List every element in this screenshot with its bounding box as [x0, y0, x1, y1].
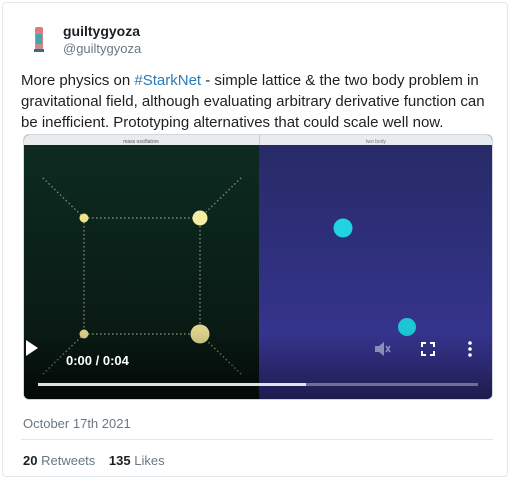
right-panel-title: two body: [366, 139, 387, 145]
user-handle[interactable]: @guiltygyoza: [63, 41, 141, 56]
volume-icon[interactable]: [372, 339, 392, 359]
tweet-header: guiltygyoza @guiltygyoza: [21, 21, 321, 61]
lattice-node: [79, 213, 89, 223]
tweet-card: guiltygyoza @guiltygyoza More physics on…: [2, 2, 508, 477]
display-name[interactable]: guiltygyoza: [63, 23, 140, 39]
tweet-text: More physics on #StarkNet - simple latti…: [21, 70, 497, 133]
avatar[interactable]: [21, 21, 57, 57]
left-panel-title: mass oscillators: [123, 139, 159, 145]
retweets-stat[interactable]: 20 Retweets: [23, 453, 95, 468]
video-time: 0:00 / 0:04: [66, 353, 129, 368]
video-title-bar: [24, 135, 492, 145]
avatar-image: [21, 21, 57, 57]
tweet-date[interactable]: October 17th 2021: [23, 416, 131, 431]
video-controls: 0:00 / 0:04: [24, 339, 492, 399]
fullscreen-icon[interactable]: [418, 339, 438, 359]
body-one: [333, 218, 353, 238]
likes-count: 135: [108, 453, 131, 468]
retweets-count: 20: [23, 453, 38, 468]
video-progress-bar[interactable]: [38, 383, 478, 386]
tweet-text-part: More physics on: [21, 72, 135, 89]
video-buffer-fill: [38, 383, 307, 386]
likes-label: Likes: [134, 453, 165, 468]
tweet-stats: 20 Retweets 135 Likes: [23, 453, 175, 468]
lattice-node: [192, 210, 208, 226]
hashtag-link[interactable]: #StarkNet: [134, 72, 201, 89]
retweets-label: Retweets: [41, 453, 96, 468]
divider: [21, 439, 493, 440]
likes-stat[interactable]: 135 Likes: [109, 453, 165, 468]
video-player[interactable]: mass oscillators two body 0:00 / 0:04: [23, 134, 493, 400]
play-icon[interactable]: [24, 339, 40, 357]
more-options-icon[interactable]: [460, 339, 480, 359]
